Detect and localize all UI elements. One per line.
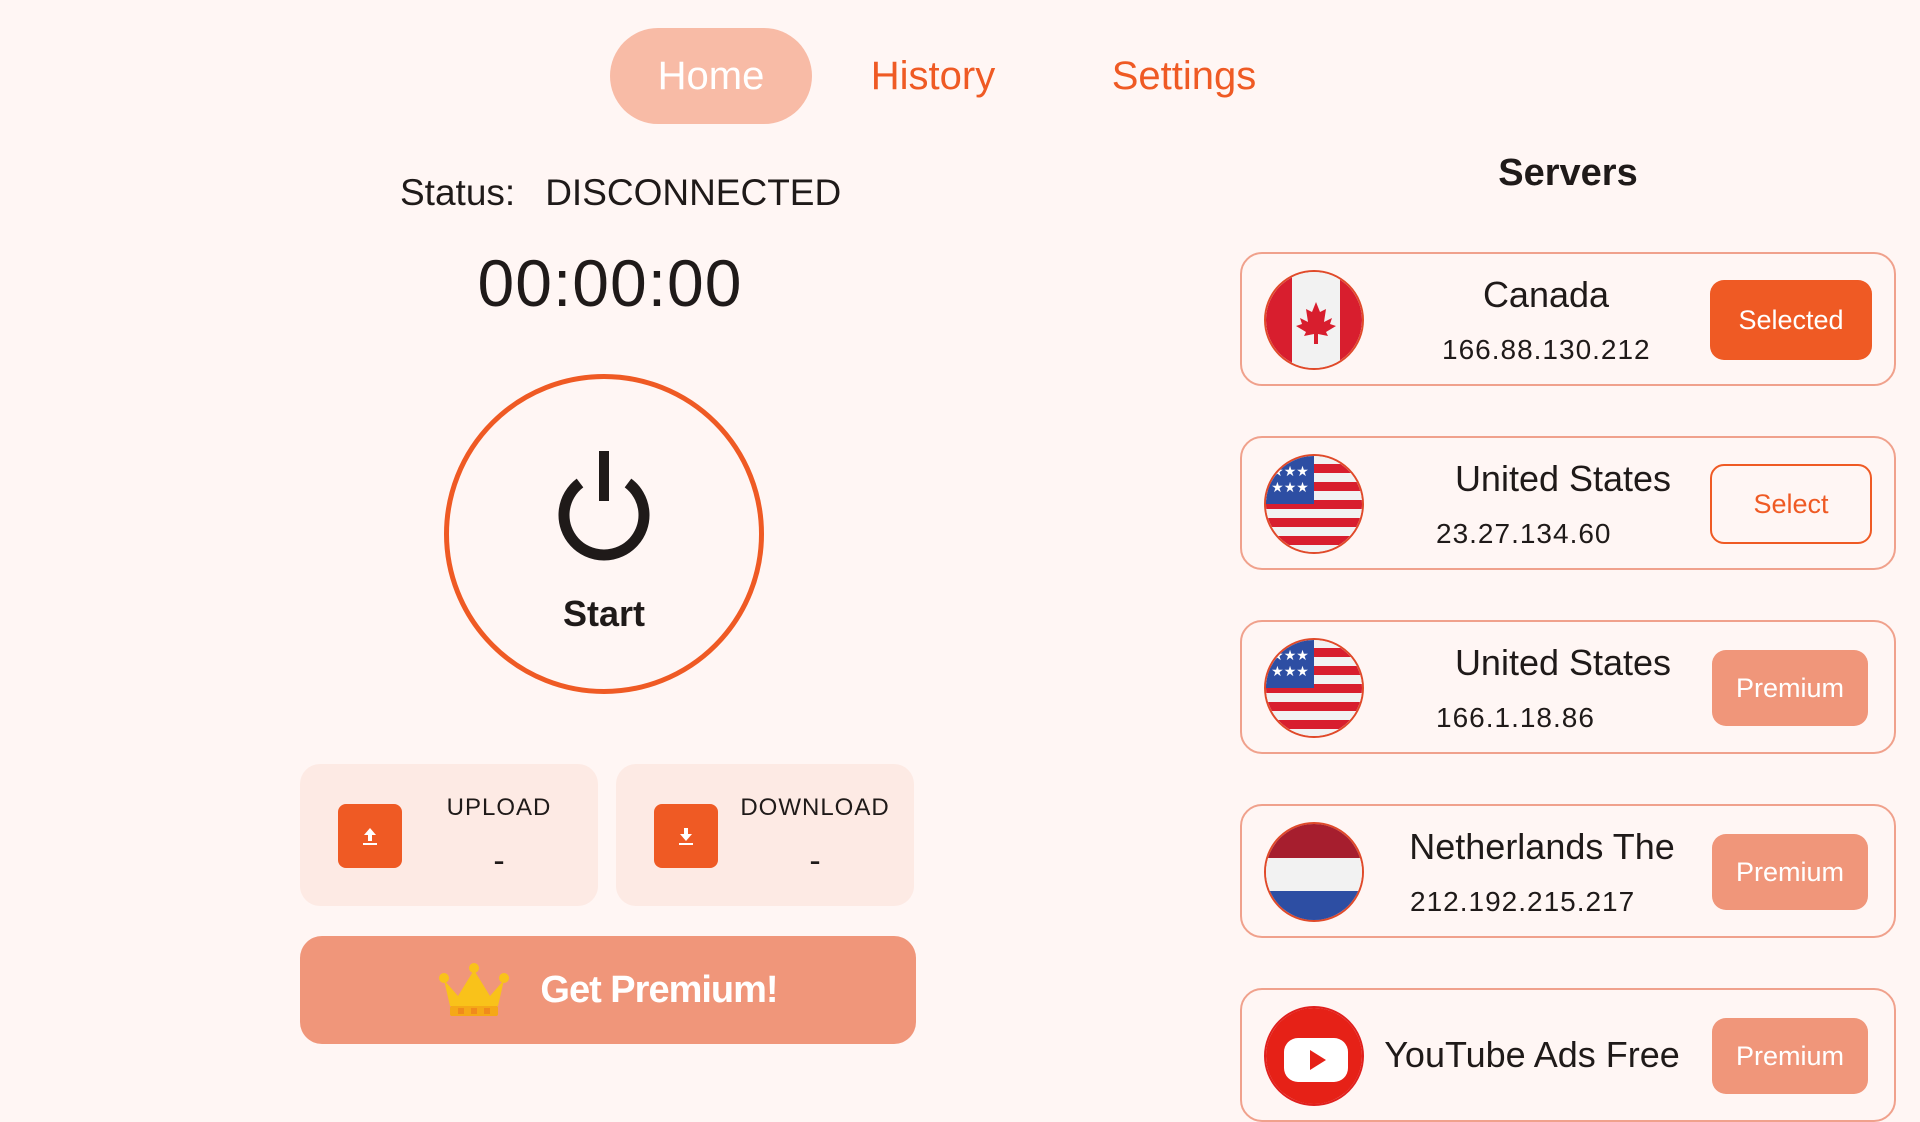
server-ip: 212.192.215.217: [1410, 886, 1636, 917]
youtube-logo-icon: [1264, 1006, 1364, 1106]
canada-flag-icon: [1264, 270, 1364, 370]
connection-status: Status: DISCONNECTED: [400, 172, 841, 214]
upload-icon: [338, 804, 402, 868]
get-premium-label: Get Premium!: [540, 968, 778, 1011]
svg-text:★★★: ★★★: [1271, 664, 1309, 680]
server-name: Netherlands The: [1409, 826, 1675, 867]
netherlands-flag-icon: [1264, 822, 1364, 922]
server-premium-button[interactable]: Premium: [1712, 834, 1868, 910]
svg-text:★★★: ★★★: [1271, 480, 1309, 496]
servers-heading: Servers: [1498, 152, 1638, 194]
server-name: United States: [1454, 458, 1672, 499]
usa-flag-icon: ★★★ ★★★: [1264, 454, 1364, 554]
server-ip: 166.88.130.212: [1442, 334, 1651, 365]
power-icon: [558, 451, 650, 561]
crown-icon: [439, 963, 510, 1016]
usa-flag-icon: ★★★ ★★★: [1264, 638, 1364, 738]
svg-text:★★★: ★★★: [1271, 464, 1309, 480]
server-ip: 23.27.134.60: [1436, 518, 1612, 549]
server-select-button[interactable]: Select: [1710, 464, 1872, 544]
download-value: -: [809, 842, 821, 880]
server-card-youtube-ads-free[interactable]: YouTube Ads Free Premium: [1240, 988, 1896, 1122]
server-card-canada[interactable]: Canada 166.88.130.212 Selected: [1240, 252, 1896, 386]
server-card-netherlands[interactable]: Netherlands The 212.192.215.217 Premium: [1240, 804, 1896, 938]
server-ip: 166.1.18.86: [1436, 702, 1595, 733]
server-name: United States: [1454, 642, 1672, 683]
main-tabs: Home History Settings: [610, 28, 1304, 124]
tab-settings[interactable]: Settings: [1064, 28, 1304, 124]
download-stat-card: DOWNLOAD -: [616, 764, 914, 906]
download-title: DOWNLOAD: [740, 794, 890, 821]
status-value: DISCONNECTED: [545, 172, 842, 213]
server-card-united-states[interactable]: ★★★ ★★★ United States 166.1.18.86 Premiu…: [1240, 620, 1896, 754]
server-name: YouTube Ads Free: [1384, 1034, 1680, 1075]
server-selected-button[interactable]: Selected: [1710, 280, 1872, 360]
server-name: Canada: [1482, 274, 1610, 315]
server-premium-button[interactable]: Premium: [1712, 1018, 1868, 1094]
upload-stat-card: UPLOAD -: [300, 764, 598, 906]
upload-value: -: [493, 842, 505, 880]
power-start-button[interactable]: Start: [444, 374, 764, 694]
server-card-united-states[interactable]: ★★★ ★★★ United States 23.27.134.60 Selec…: [1240, 436, 1896, 570]
get-premium-button[interactable]: Get Premium!: [300, 936, 916, 1044]
download-icon: [654, 804, 718, 868]
connection-timer: 00:00:00: [477, 246, 743, 320]
tab-history[interactable]: History: [832, 28, 1034, 124]
tab-home[interactable]: Home: [610, 28, 812, 124]
server-premium-button[interactable]: Premium: [1712, 650, 1868, 726]
start-label: Start: [562, 593, 646, 634]
status-label: Status:: [400, 172, 516, 213]
svg-text:★★★: ★★★: [1271, 648, 1309, 664]
upload-title: UPLOAD: [446, 794, 552, 821]
